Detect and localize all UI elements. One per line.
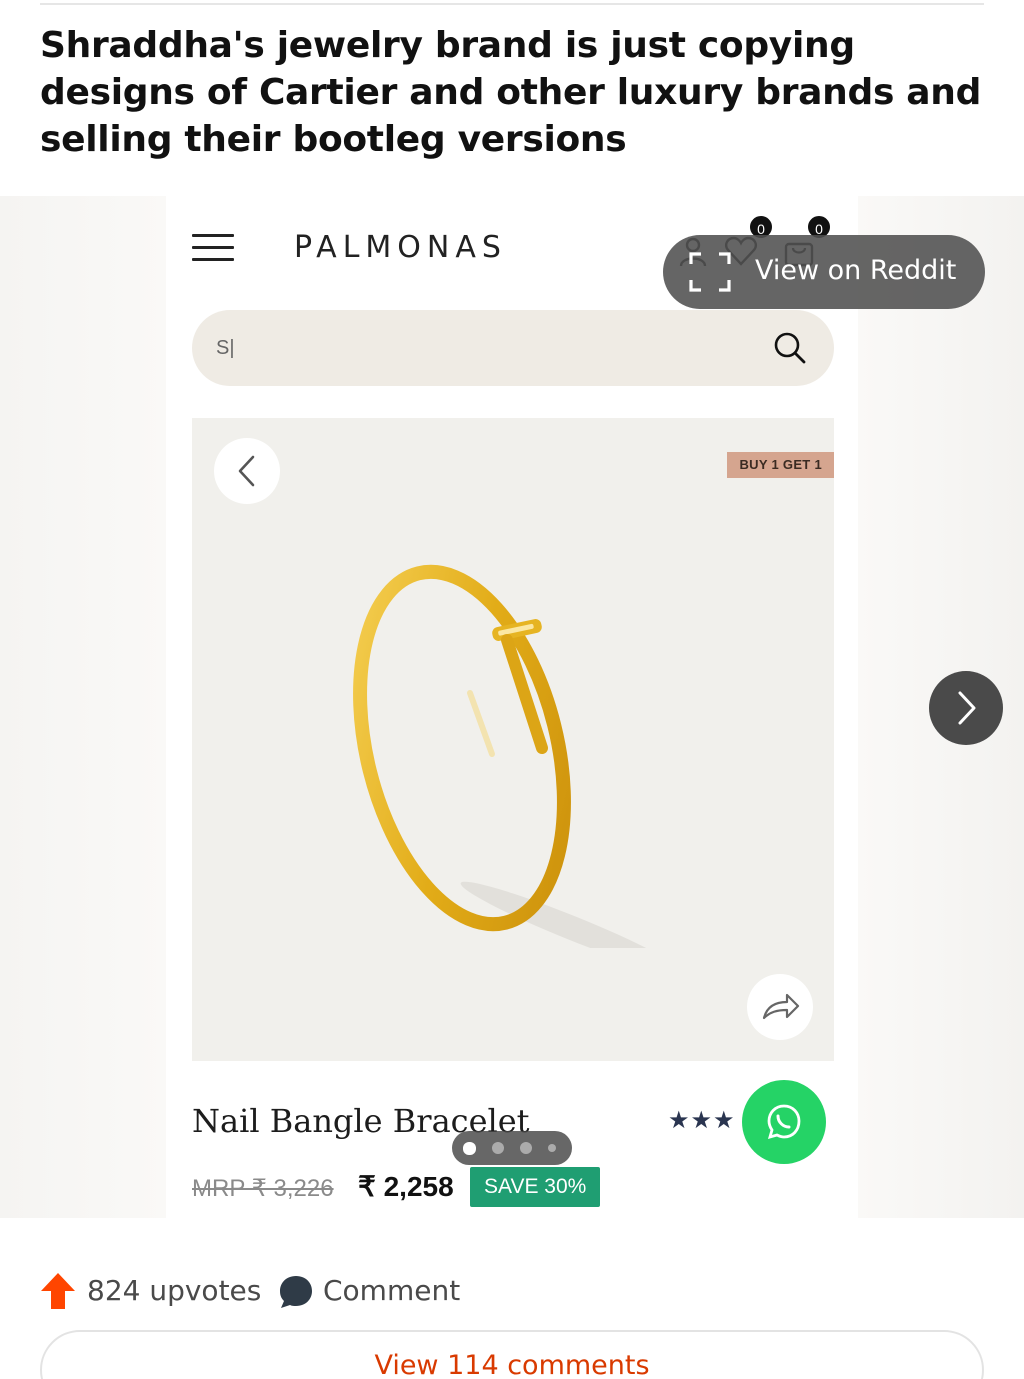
chevron-left-icon <box>238 455 255 487</box>
hamburger-icon <box>192 234 234 262</box>
pager-dot[interactable] <box>463 1142 476 1155</box>
store-search-bar <box>192 310 834 386</box>
promo-badge: BUY 1 GET 1 <box>727 452 834 478</box>
comment-bubble-icon[interactable] <box>278 1274 314 1310</box>
pager-dot[interactable] <box>520 1142 532 1154</box>
view-comments-button[interactable]: View 114 comments <box>40 1330 984 1379</box>
post-actions: 824 upvotes Comment <box>40 1270 640 1314</box>
pager-dot[interactable] <box>548 1144 556 1152</box>
save-badge: SAVE 30% <box>470 1167 601 1207</box>
post-media[interactable]: PALMONAS 0 0 S| BUY 1 GET 1 Nail Bangle … <box>0 196 1024 1218</box>
product-price: ₹ 2,258 <box>358 1171 454 1202</box>
upvote-arrow-icon[interactable] <box>40 1272 76 1310</box>
gallery-pagination[interactable] <box>452 1131 572 1165</box>
view-on-reddit-button[interactable]: View on Reddit <box>663 235 985 309</box>
store-search-input <box>216 332 756 364</box>
gallery-prev-button <box>214 438 280 504</box>
share-button <box>747 974 813 1040</box>
view-on-reddit-label: View on Reddit <box>755 255 957 286</box>
product-image: BUY 1 GET 1 <box>192 418 834 1061</box>
top-divider <box>40 3 984 5</box>
whatsapp-button <box>742 1080 826 1164</box>
media-blur-left <box>0 196 166 1218</box>
view-comments-label: View 114 comments <box>374 1350 650 1379</box>
comment-button[interactable]: Comment <box>323 1274 460 1307</box>
nail-bracelet-image <box>353 564 684 948</box>
share-icon <box>762 993 800 1020</box>
gallery-next-button[interactable] <box>929 671 1003 745</box>
store-brand: PALMONAS <box>294 230 507 265</box>
expand-icon <box>689 252 731 292</box>
upvote-count: 824 upvotes <box>87 1274 262 1307</box>
embedded-screenshot: PALMONAS 0 0 S| BUY 1 GET 1 Nail Bangle … <box>166 196 858 1218</box>
product-rating: ★★★ <box>668 1107 736 1134</box>
pager-dot[interactable] <box>492 1142 504 1154</box>
whatsapp-icon <box>767 1104 801 1140</box>
post-title[interactable]: Shraddha's jewelry brand is just copying… <box>40 22 990 163</box>
search-icon <box>774 332 806 364</box>
chevron-right-icon <box>958 691 976 725</box>
product-mrp: MRP ₹ 3,226 <box>192 1175 334 1202</box>
